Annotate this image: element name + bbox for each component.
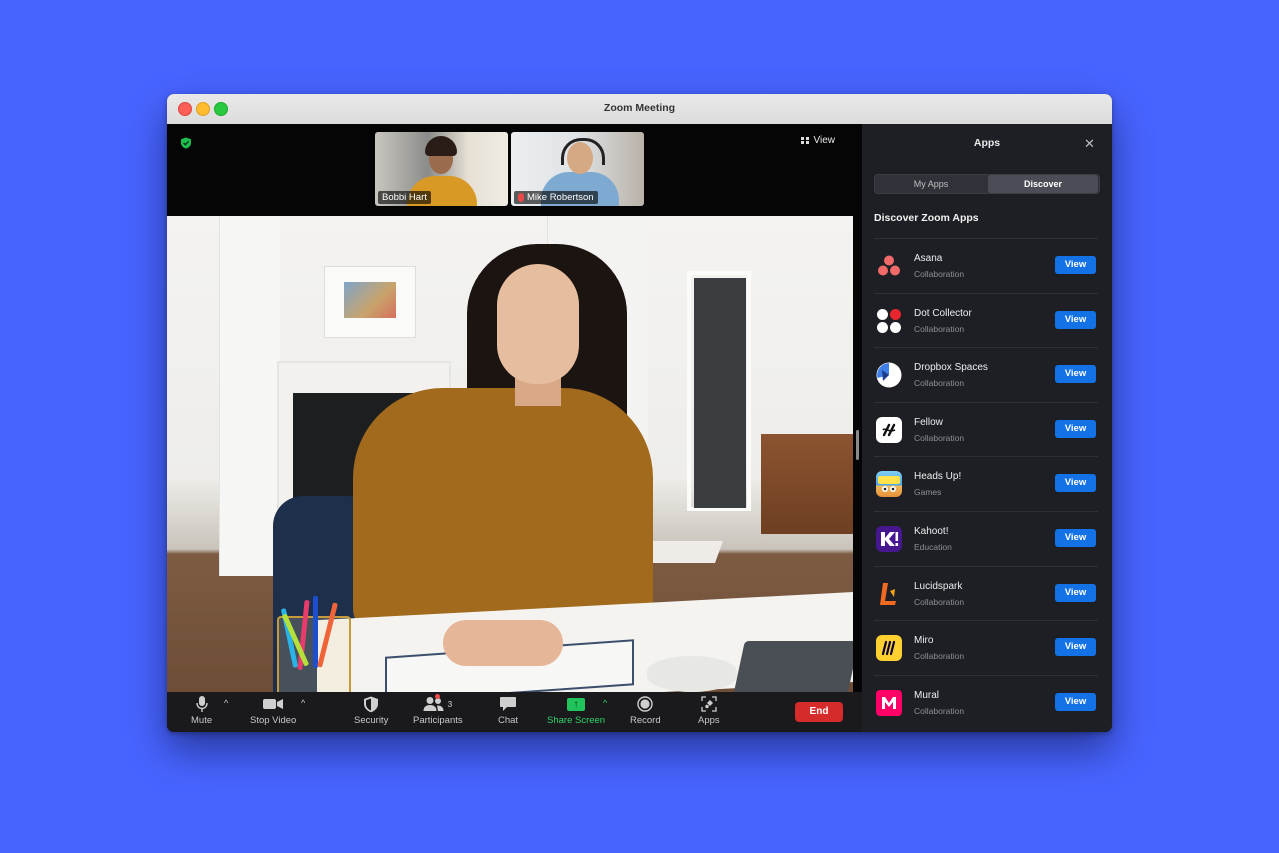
- mural-icon: [876, 689, 902, 716]
- chat-button[interactable]: Chat: [498, 695, 518, 726]
- panel-resize-handle[interactable]: [856, 430, 859, 460]
- kahoot-icon: [876, 525, 902, 552]
- record-icon: [637, 696, 654, 712]
- mic-muted-icon: [518, 193, 524, 202]
- fellow-icon: [876, 416, 902, 443]
- encryption-shield-icon[interactable]: [180, 137, 192, 149]
- dropbox-spaces-icon: [876, 362, 902, 388]
- app-row-lucidspark[interactable]: Lucidspark Collaboration View: [874, 565, 1098, 621]
- miro-icon: [876, 635, 902, 662]
- end-meeting-button[interactable]: End: [795, 702, 843, 722]
- zoom-window: Zoom Meeting Bobbi Hart Mike Robertson V…: [167, 94, 1112, 732]
- apps-panel: Apps ✕ My Apps Discover Discover Zoom Ap…: [862, 124, 1112, 732]
- app-row-mural[interactable]: Mural Collaboration View: [874, 674, 1098, 730]
- tab-my-apps[interactable]: My Apps: [875, 175, 987, 193]
- panel-title: Apps: [973, 137, 1001, 149]
- view-layout-button[interactable]: View: [801, 135, 835, 146]
- participants-button[interactable]: 3 Participants: [413, 694, 463, 726]
- audio-options-caret-icon[interactable]: ^: [224, 698, 228, 708]
- heads-up-icon: [876, 471, 902, 498]
- title-bar: Zoom Meeting: [167, 94, 1112, 125]
- view-app-button[interactable]: View: [1055, 256, 1096, 274]
- chat-bubble-icon: [500, 697, 517, 711]
- video-camera-icon: [263, 699, 284, 709]
- record-button[interactable]: Record: [630, 695, 661, 726]
- participant-tile[interactable]: Mike Robertson: [511, 132, 644, 206]
- participant-tile[interactable]: Bobbi Hart: [375, 132, 508, 206]
- mute-button[interactable]: Mute: [191, 695, 212, 726]
- app-row-fellow[interactable]: Fellow Collaboration View: [874, 401, 1098, 457]
- asana-icon: [876, 253, 902, 279]
- security-shield-icon: [364, 696, 379, 712]
- close-icon[interactable]: ✕: [1084, 137, 1095, 150]
- video-options-caret-icon[interactable]: ^: [301, 698, 305, 708]
- view-app-button[interactable]: View: [1055, 419, 1096, 438]
- view-app-button[interactable]: View: [1055, 638, 1096, 657]
- security-button[interactable]: Security: [354, 695, 388, 726]
- app-row-miro[interactable]: Miro Collaboration View: [874, 620, 1098, 675]
- view-app-button[interactable]: View: [1055, 528, 1096, 547]
- app-row-dropbox-spaces[interactable]: Dropbox Spaces Collaboration View: [874, 347, 1098, 402]
- section-title: Discover Zoom Apps: [874, 212, 979, 224]
- app-row-asana[interactable]: Asana Collaboration View: [874, 238, 1098, 293]
- view-app-button[interactable]: View: [1055, 583, 1096, 602]
- share-screen-icon: ↑: [567, 697, 586, 711]
- tab-discover[interactable]: Discover: [988, 175, 1098, 193]
- grid-view-icon: [801, 136, 809, 145]
- share-options-caret-icon[interactable]: ^: [603, 698, 607, 708]
- view-app-button[interactable]: View: [1055, 474, 1096, 493]
- share-screen-button[interactable]: ↑ Share Screen: [547, 695, 605, 726]
- view-app-button[interactable]: View: [1055, 310, 1096, 329]
- dot-collector-icon: [876, 308, 902, 334]
- app-row-heads-up[interactable]: Heads Up! Games View: [874, 456, 1098, 511]
- apps-tab-control: My Apps Discover: [874, 174, 1100, 194]
- apps-button[interactable]: Apps: [698, 695, 720, 726]
- app-row-kahoot[interactable]: Kahoot! Education View: [874, 510, 1098, 566]
- window-title: Zoom Meeting: [603, 102, 676, 114]
- microphone-icon: [195, 696, 208, 712]
- view-app-button[interactable]: View: [1055, 692, 1096, 711]
- participants-count: 3: [447, 699, 453, 709]
- apps-icon: [701, 696, 717, 712]
- participant-name: Bobbi Hart: [378, 191, 431, 204]
- view-app-button[interactable]: View: [1055, 365, 1096, 384]
- active-speaker-video: [167, 216, 853, 692]
- app-row-dot-collector[interactable]: Dot Collector Collaboration View: [874, 292, 1098, 348]
- participants-icon: [423, 697, 444, 711]
- meeting-area: Bobbi Hart Mike Robertson View Mute ^ St…: [167, 124, 862, 732]
- meeting-toolbar: Mute ^ Stop Video ^ Security 3 Participa…: [167, 692, 862, 732]
- app-list: Asana Collaboration View Dot Collector C…: [874, 238, 1098, 729]
- participant-name: Mike Robertson: [514, 191, 598, 204]
- lucidspark-icon: [876, 581, 902, 607]
- stop-video-button[interactable]: Stop Video: [250, 695, 296, 726]
